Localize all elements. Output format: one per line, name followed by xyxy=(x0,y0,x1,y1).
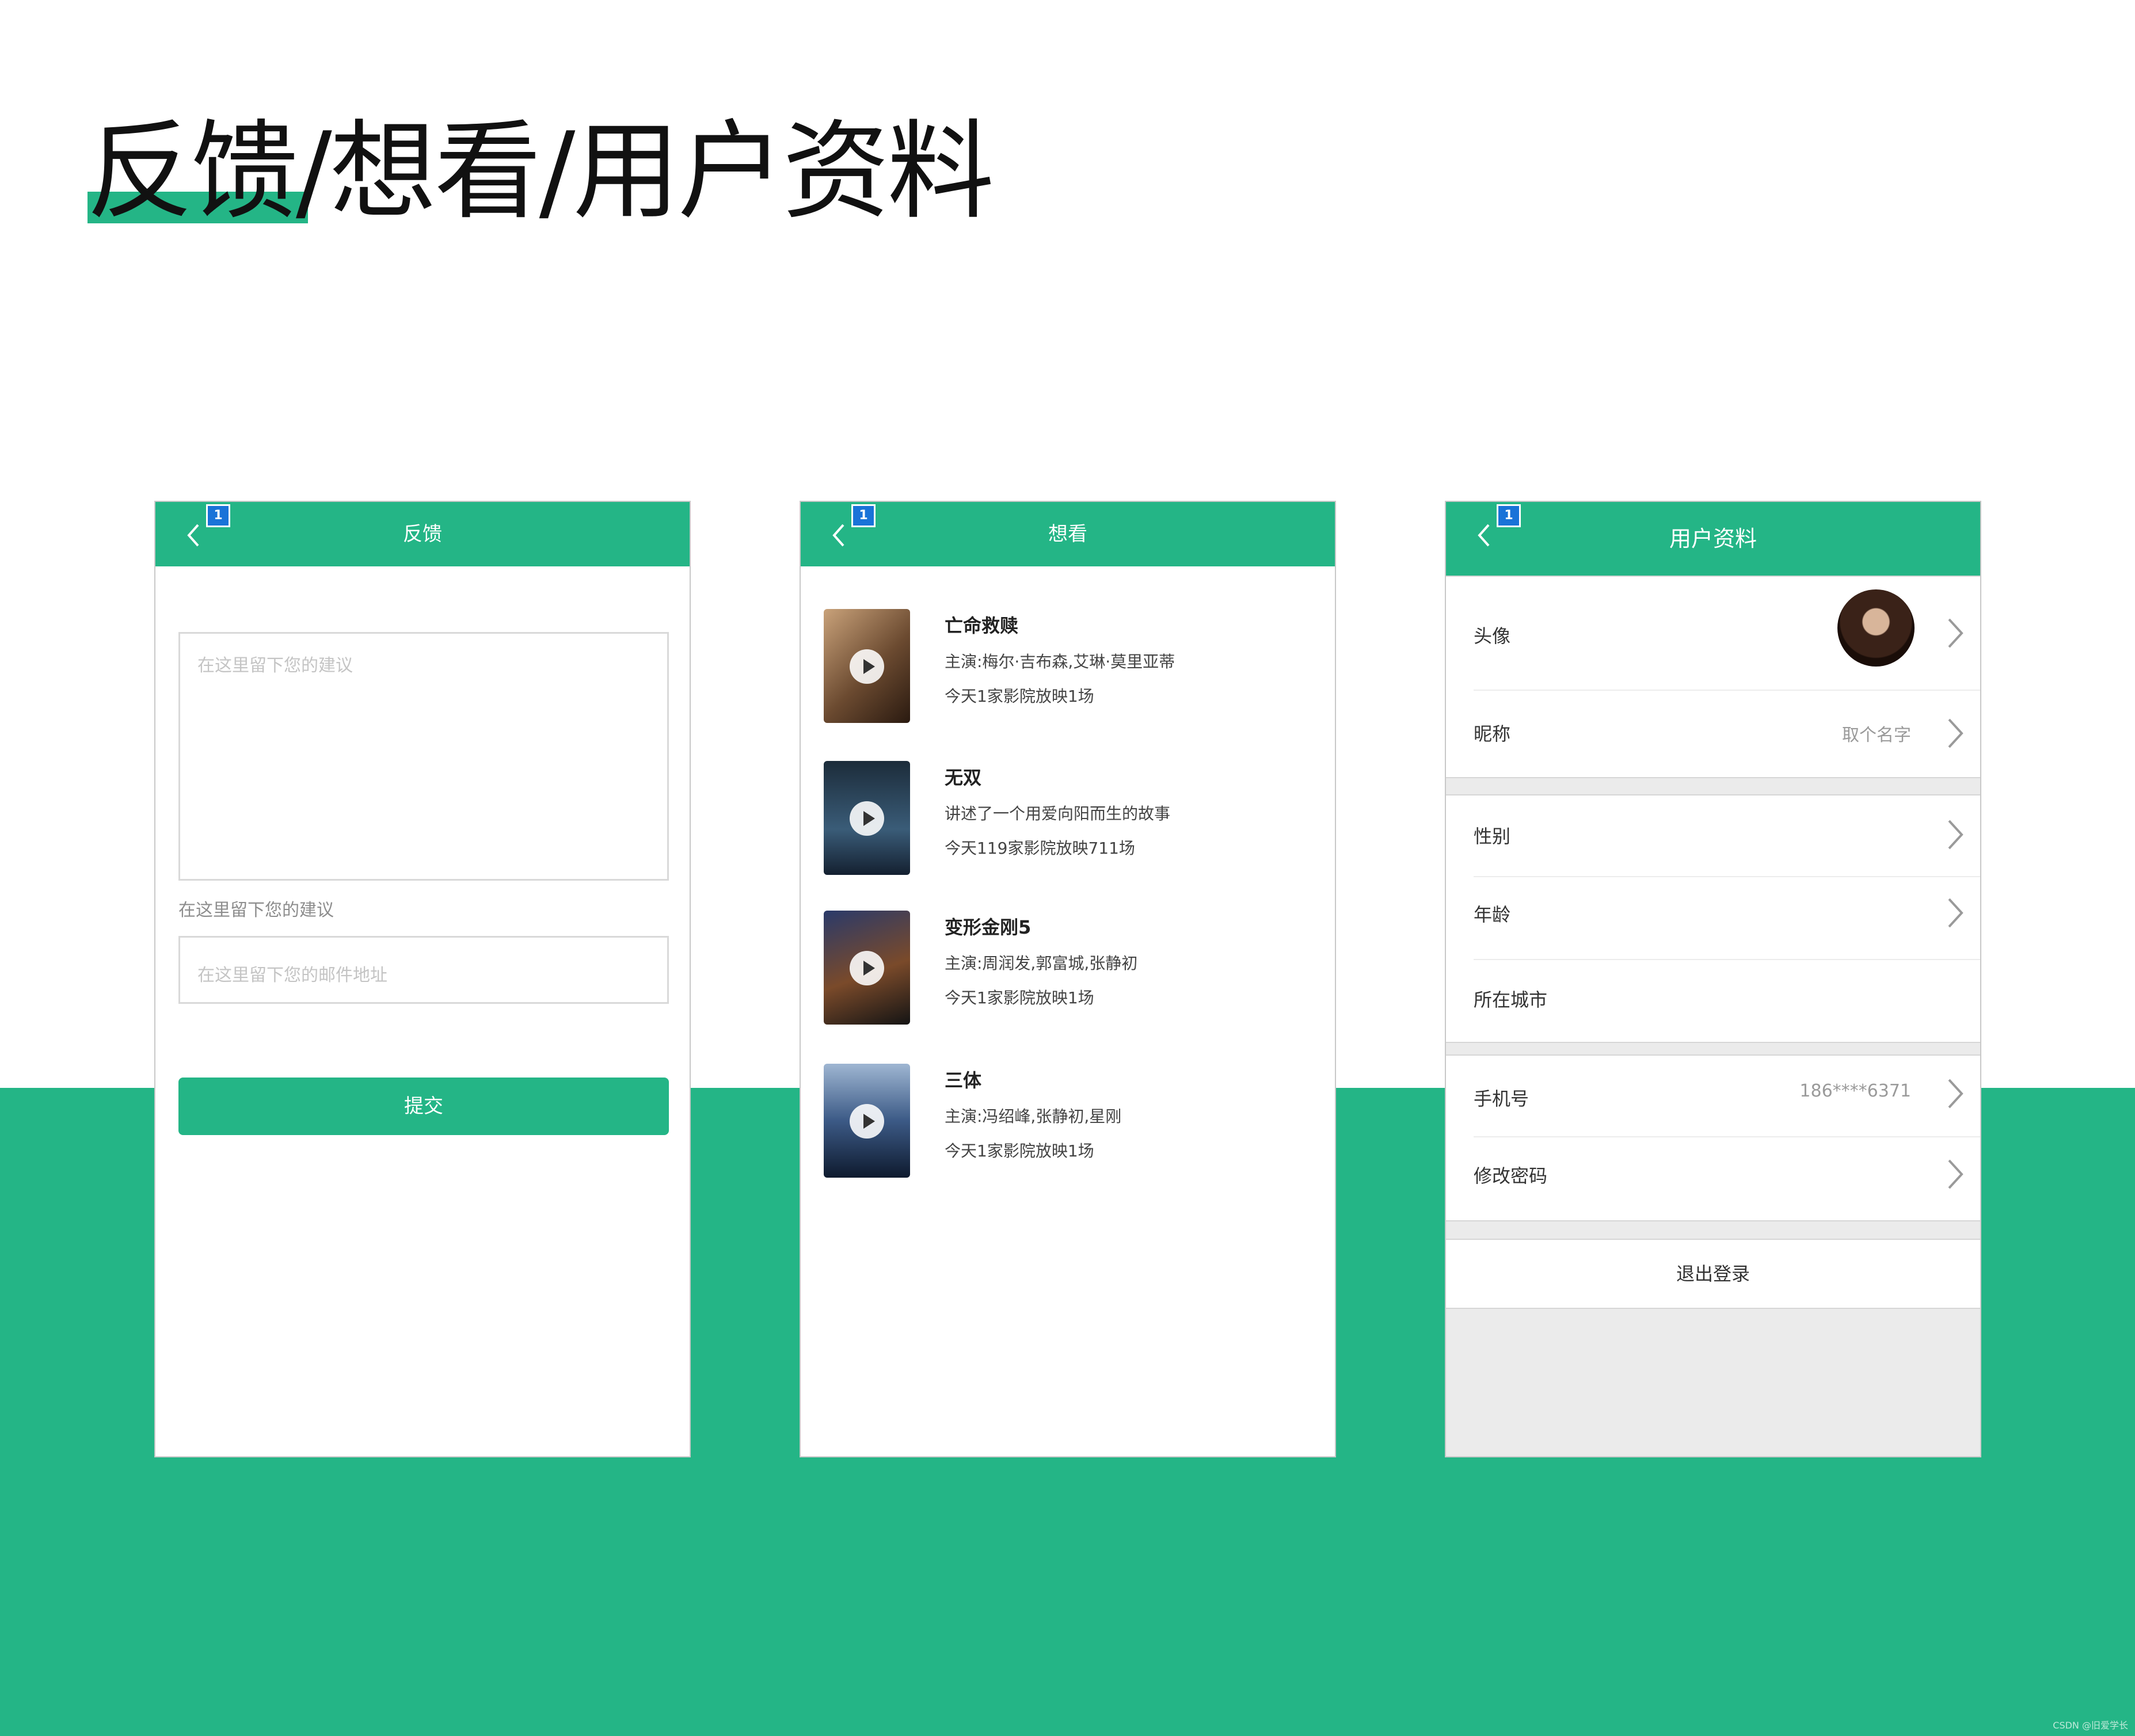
movie-title: 无双 xyxy=(945,767,982,789)
movie-showtimes: 今天1家影院放映1场 xyxy=(945,1141,1094,1160)
gender-row[interactable]: 性别 xyxy=(1446,795,1980,876)
movie-cast: 主演:冯绍峰,张静初,星刚 xyxy=(945,1107,1122,1126)
chevron-right-icon xyxy=(1948,1159,1963,1189)
nickname-label: 昵称 xyxy=(1474,723,1511,745)
nav-bar: 1 用户资料 xyxy=(1446,502,1980,576)
email-placeholder: 在这里留下您的邮件地址 xyxy=(197,965,387,985)
nav-title: 反馈 xyxy=(403,523,442,546)
nav-title: 想看 xyxy=(1048,523,1087,546)
watermark: CSDN @旧爱学长 xyxy=(2053,1720,2128,1731)
movie-item[interactable]: 变形金刚5 主演:周润发,郭富城,张静初 今天1家影院放映1场 xyxy=(801,911,1335,1031)
chevron-right-icon xyxy=(1948,820,1963,850)
phone-label: 手机号 xyxy=(1474,1088,1529,1110)
movie-showtimes: 今天1家影院放映1场 xyxy=(945,687,1094,706)
email-field[interactable]: 在这里留下您的邮件地址 xyxy=(178,936,669,1004)
page-heading: 反馈/想看/用户资料 xyxy=(86,102,994,241)
nickname-row[interactable]: 昵称 取个名字 xyxy=(1446,691,1980,778)
nav-title: 用户资料 xyxy=(1669,526,1757,551)
nav-bar: 1 反馈 xyxy=(155,502,690,566)
phone-value: 186****6371 xyxy=(1799,1081,1911,1101)
movie-title: 变形金刚5 xyxy=(945,916,1032,938)
phone-row[interactable]: 手机号 186****6371 xyxy=(1446,1056,1980,1136)
play-icon[interactable] xyxy=(850,951,884,985)
profile-info-group: 性别 年龄 所在城市 xyxy=(1446,794,1980,1043)
play-icon[interactable] xyxy=(850,1104,884,1139)
logout-button[interactable]: 退出登录 xyxy=(1446,1239,1980,1309)
city-row[interactable]: 所在城市 xyxy=(1446,960,1980,1043)
city-label: 所在城市 xyxy=(1474,989,1548,1011)
submit-button[interactable]: 提交 xyxy=(178,1078,669,1135)
nav-bar: 1 想看 xyxy=(801,502,1335,566)
play-icon[interactable] xyxy=(850,649,884,684)
movie-poster xyxy=(824,1064,910,1178)
movie-title: 三体 xyxy=(945,1069,982,1091)
movie-description: 讲述了一个用爱向阳而生的故事 xyxy=(945,804,1171,823)
chevron-right-icon xyxy=(1948,1079,1963,1109)
want-to-watch-screen: 1 想看 亡命救赎 主演:梅尔·吉布森,艾琳·莫里亚蒂 今天1家影院放映1场 无… xyxy=(800,501,1336,1457)
movie-poster xyxy=(824,911,910,1025)
movie-item[interactable]: 三体 主演:冯绍峰,张静初,星刚 今天1家影院放映1场 xyxy=(801,1064,1335,1185)
gender-label: 性别 xyxy=(1474,825,1511,847)
movie-showtimes: 今天1家影院放映1场 xyxy=(945,988,1094,1007)
avatar-label: 头像 xyxy=(1474,625,1511,647)
play-icon[interactable] xyxy=(850,801,884,836)
avatar xyxy=(1837,589,1915,667)
profile-screen: 1 用户资料 头像 昵称 取个名字 性别 年龄 所在城市 手机号 186****… xyxy=(1445,501,1981,1457)
movie-cast: 主演:梅尔·吉布森,艾琳·莫里亚蒂 xyxy=(945,652,1175,671)
movie-cast: 主演:周润发,郭富城,张静初 xyxy=(945,954,1138,973)
chevron-right-icon xyxy=(1948,718,1963,748)
movie-poster xyxy=(824,761,910,875)
movie-title: 亡命救赎 xyxy=(945,615,1019,637)
chevron-right-icon xyxy=(1948,618,1963,648)
change-password-label: 修改密码 xyxy=(1474,1165,1548,1187)
nickname-value: 取个名字 xyxy=(1842,725,1911,745)
profile-account-group: 手机号 186****6371 修改密码 xyxy=(1446,1054,1980,1221)
change-password-row[interactable]: 修改密码 xyxy=(1446,1137,1980,1221)
heading-text: 反馈/想看/用户资料 xyxy=(86,109,994,234)
movie-item[interactable]: 无双 讲述了一个用爱向阳而生的故事 今天119家影院放映711场 xyxy=(801,761,1335,882)
movie-showtimes: 今天119家影院放映711场 xyxy=(945,839,1135,858)
age-row[interactable]: 年龄 xyxy=(1446,877,1980,958)
movie-poster xyxy=(824,609,910,723)
suggestion-placeholder: 在这里留下您的建议 xyxy=(197,656,353,676)
profile-basic-group: 头像 昵称 取个名字 xyxy=(1446,576,1980,778)
age-label: 年龄 xyxy=(1474,904,1511,926)
suggestion-textarea[interactable]: 在这里留下您的建议 xyxy=(178,632,669,881)
chevron-right-icon xyxy=(1948,898,1963,928)
suggestion-hint: 在这里留下您的建议 xyxy=(178,900,334,920)
avatar-row[interactable]: 头像 xyxy=(1446,577,1980,690)
movie-item[interactable]: 亡命救赎 主演:梅尔·吉布森,艾琳·莫里亚蒂 今天1家影院放映1场 xyxy=(801,609,1335,730)
feedback-screen: 1 反馈 在这里留下您的建议 在这里留下您的建议 在这里留下您的邮件地址 提交 xyxy=(154,501,691,1457)
